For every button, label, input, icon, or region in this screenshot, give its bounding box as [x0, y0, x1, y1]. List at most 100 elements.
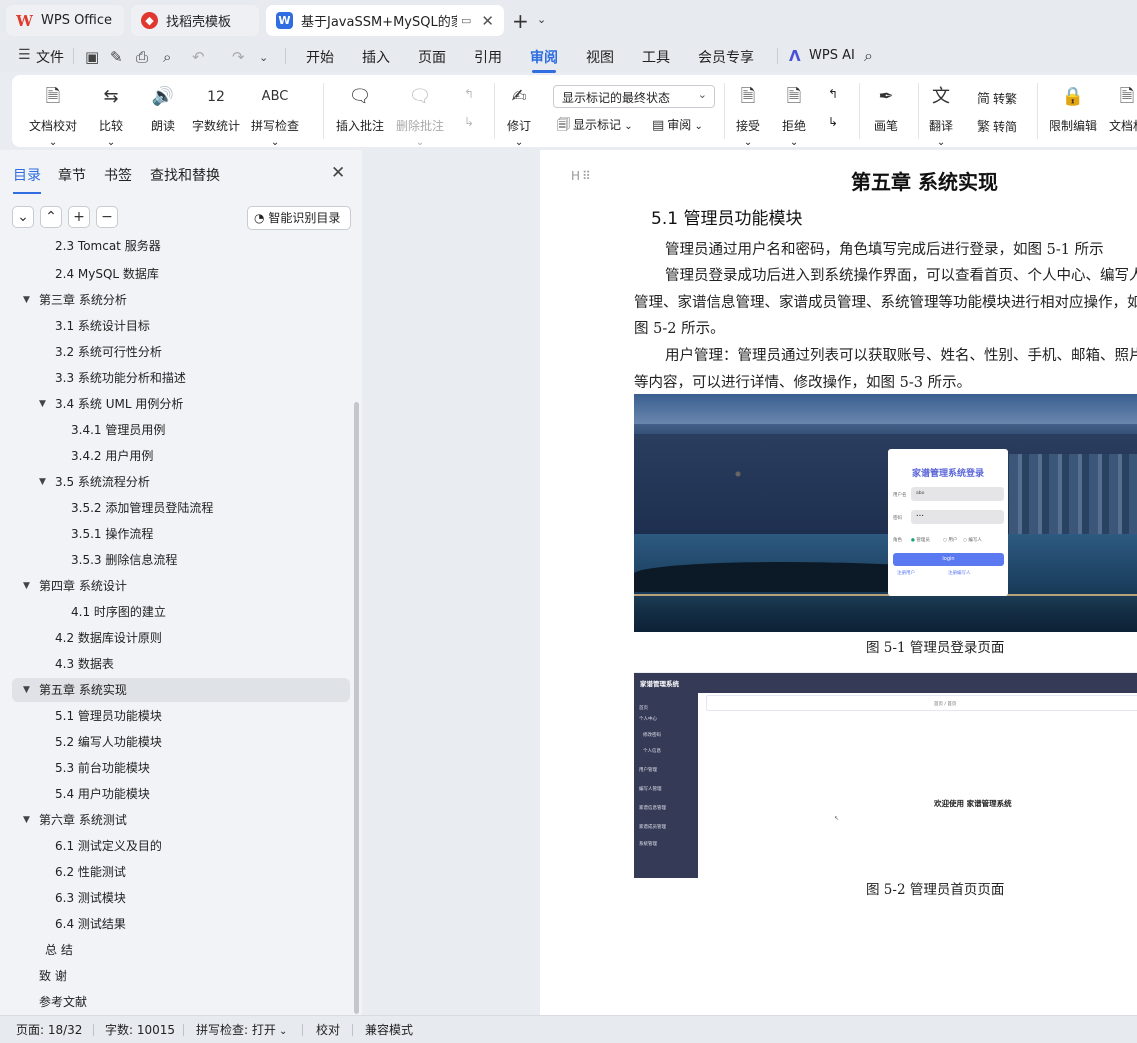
- toc-item[interactable]: 4.2 数据库设计原则: [12, 626, 350, 650]
- toc-item[interactable]: 6.4 测试结果: [12, 912, 350, 936]
- compare-button[interactable]: ⇆ 比较: [99, 83, 123, 148]
- toc-item[interactable]: 5.2 编写人功能模块: [12, 730, 350, 754]
- search-icon[interactable]: ⌕: [864, 46, 873, 66]
- spell-check-button[interactable]: ABC 拼写检查: [251, 83, 299, 148]
- toc-item[interactable]: 2.3 Tomcat 服务器: [12, 236, 350, 258]
- nav-tab-bookmarks[interactable]: 书签: [104, 165, 132, 185]
- toc-item[interactable]: 6.3 测试模块: [12, 886, 350, 910]
- remove-heading-button[interactable]: −: [96, 206, 118, 228]
- toc-item[interactable]: ▼ 第四章 系统设计: [12, 574, 350, 598]
- toc-item[interactable]: 5.4 用户功能模块: [12, 782, 350, 806]
- menu-page[interactable]: 页面: [418, 47, 446, 67]
- nav-scrollbar[interactable]: [354, 402, 359, 1014]
- toc-item[interactable]: 3.5.1 操作流程: [12, 522, 350, 546]
- insert-comment-button[interactable]: 🗨 插入批注: [336, 83, 384, 134]
- add-heading-button[interactable]: +: [68, 206, 90, 228]
- expand-level-button[interactable]: ⌃: [40, 206, 62, 228]
- print-preview-icon[interactable]: ⌕: [163, 48, 171, 66]
- toc-item[interactable]: 6.1 测试定义及目的: [12, 834, 350, 858]
- format-painter-icon[interactable]: ✎: [110, 48, 123, 66]
- toc-item[interactable]: ▼ 第六章 系统测试: [12, 808, 350, 832]
- heading-drag-handle-icon[interactable]: H⠿: [571, 169, 593, 183]
- tab-wps-office[interactable]: W WPS Office: [6, 5, 124, 36]
- to-traditional-button[interactable]: 简转繁: [977, 88, 1017, 107]
- show-markup-button[interactable]: 🗐 显示标记: [557, 116, 633, 138]
- toc-item[interactable]: ▼ 第三章 系统分析: [12, 288, 350, 312]
- track-changes-button[interactable]: ✍ 修订: [507, 83, 531, 148]
- document-page[interactable]: H⠿ 第五章 系统实现 5.1 管理员功能模块 管理员通过用户名和密码，角色填写…: [540, 150, 1137, 1015]
- toc-item[interactable]: 6.2 性能测试: [12, 860, 350, 884]
- doc-rights-button[interactable]: 🗎 文档权: [1109, 83, 1137, 134]
- nav-tab-toc[interactable]: 目录: [13, 165, 41, 194]
- proofread-status[interactable]: 校对: [316, 1021, 340, 1038]
- toc-item[interactable]: ▼ 3.4 系统 UML 用例分析: [12, 392, 350, 416]
- page-indicator[interactable]: 页面: 18/32: [16, 1021, 82, 1038]
- toc-item[interactable]: 3.4.2 用户用例: [12, 444, 350, 468]
- toc-item[interactable]: ▼ 第五章 系统实现: [12, 678, 350, 702]
- reject-button[interactable]: 🗎 拒绝: [782, 83, 806, 148]
- toc-item[interactable]: 参考文献: [12, 990, 350, 1013]
- review-pane-button[interactable]: ▤ 审阅: [652, 116, 703, 133]
- close-tab-icon[interactable]: ✕: [481, 12, 494, 30]
- tab-docer-templates[interactable]: ◆ 找稻壳模板: [131, 5, 259, 36]
- menu-tools[interactable]: 工具: [642, 47, 670, 67]
- to-simplified-button[interactable]: 繁转简: [977, 116, 1017, 135]
- menu-wps-ai[interactable]: WPS AI: [809, 48, 855, 63]
- nav-tab-chapters[interactable]: 章节: [58, 165, 86, 185]
- toc-item[interactable]: 3.4.1 管理员用例: [12, 418, 350, 442]
- expand-triangle-icon[interactable]: ▼: [23, 288, 30, 312]
- menu-home[interactable]: 开始: [306, 47, 334, 67]
- save-icon[interactable]: ▣: [85, 48, 99, 66]
- toc-item[interactable]: 3.5.3 删除信息流程: [12, 548, 350, 572]
- next-comment-icon[interactable]: ↳: [464, 115, 474, 129]
- expand-triangle-icon[interactable]: ▼: [23, 678, 30, 702]
- spell-check-status[interactable]: 拼写检查: 打开: [196, 1021, 287, 1038]
- quick-access-chevron-icon[interactable]: ⌄: [259, 51, 268, 64]
- toc-item[interactable]: 总 结: [12, 938, 350, 962]
- expand-triangle-icon[interactable]: ▼: [23, 808, 30, 832]
- next-change-icon[interactable]: ↳: [828, 115, 838, 129]
- print-icon[interactable]: ⎙: [136, 48, 148, 66]
- translate-button[interactable]: 文 翻译: [929, 83, 953, 148]
- tab-list-chevron-icon[interactable]: ⌄: [537, 13, 546, 26]
- accept-button[interactable]: 🗎 接受: [736, 83, 760, 148]
- toc-item[interactable]: 4.1 时序图的建立: [12, 600, 350, 624]
- menu-review[interactable]: 审阅: [530, 47, 558, 73]
- menu-file[interactable]: 文件: [36, 47, 64, 67]
- expand-triangle-icon[interactable]: ▼: [23, 574, 30, 598]
- toc-item[interactable]: 2.4 MySQL 数据库: [12, 262, 350, 286]
- restrict-edit-button[interactable]: 🔒 限制编辑: [1049, 83, 1097, 134]
- redo-icon[interactable]: ↷: [232, 48, 245, 66]
- toc-item[interactable]: 3.2 系统可行性分析: [12, 340, 350, 364]
- expand-triangle-icon[interactable]: ▼: [39, 470, 46, 494]
- toc-item[interactable]: ▼ 3.5 系统流程分析: [12, 470, 350, 494]
- word-count-indicator[interactable]: 字数: 10015: [105, 1021, 175, 1038]
- toc-item[interactable]: 3.5.2 添加管理员登陆流程: [12, 496, 350, 520]
- tab-document[interactable]: W 基于JavaSSM+MySQL的家谱 ▭ ✕: [266, 5, 504, 36]
- read-aloud-button[interactable]: 🔊 朗读: [151, 83, 175, 134]
- menu-view[interactable]: 视图: [586, 47, 614, 67]
- markup-mode-select[interactable]: 显示标记的最终状态 ⌄: [553, 85, 715, 108]
- undo-icon[interactable]: ↶: [192, 48, 205, 66]
- menu-insert[interactable]: 插入: [362, 47, 390, 67]
- toc-item[interactable]: 4.3 数据表: [12, 652, 350, 676]
- new-tab-button[interactable]: +: [512, 9, 529, 33]
- menu-member[interactable]: 会员专享: [698, 47, 754, 67]
- close-icon[interactable]: ✕: [331, 163, 345, 183]
- toc-item[interactable]: 3.3 系统功能分析和描述: [12, 366, 350, 390]
- toc-item[interactable]: 3.1 系统设计目标: [12, 314, 350, 338]
- nav-tab-find-replace[interactable]: 查找和替换: [150, 165, 220, 185]
- previous-change-icon[interactable]: ↰: [828, 87, 838, 101]
- pen-button[interactable]: ✒ 画笔: [874, 83, 898, 134]
- delete-comment-button[interactable]: 🗨 删除批注: [396, 83, 444, 148]
- expand-triangle-icon[interactable]: ▼: [39, 392, 46, 416]
- toc-item[interactable]: 5.3 前台功能模块: [12, 756, 350, 780]
- menu-references[interactable]: 引用: [474, 47, 502, 67]
- toc-item[interactable]: 5.1 管理员功能模块: [12, 704, 350, 728]
- collapse-all-button[interactable]: ⌄: [12, 206, 34, 228]
- word-count-button[interactable]: 12 字数统计: [192, 83, 240, 134]
- toc-item[interactable]: 致 谢: [12, 964, 350, 988]
- doc-check-button[interactable]: 🗎 文档校对: [29, 83, 77, 148]
- hamburger-icon[interactable]: ☰: [18, 47, 31, 63]
- previous-comment-icon[interactable]: ↰: [464, 87, 474, 101]
